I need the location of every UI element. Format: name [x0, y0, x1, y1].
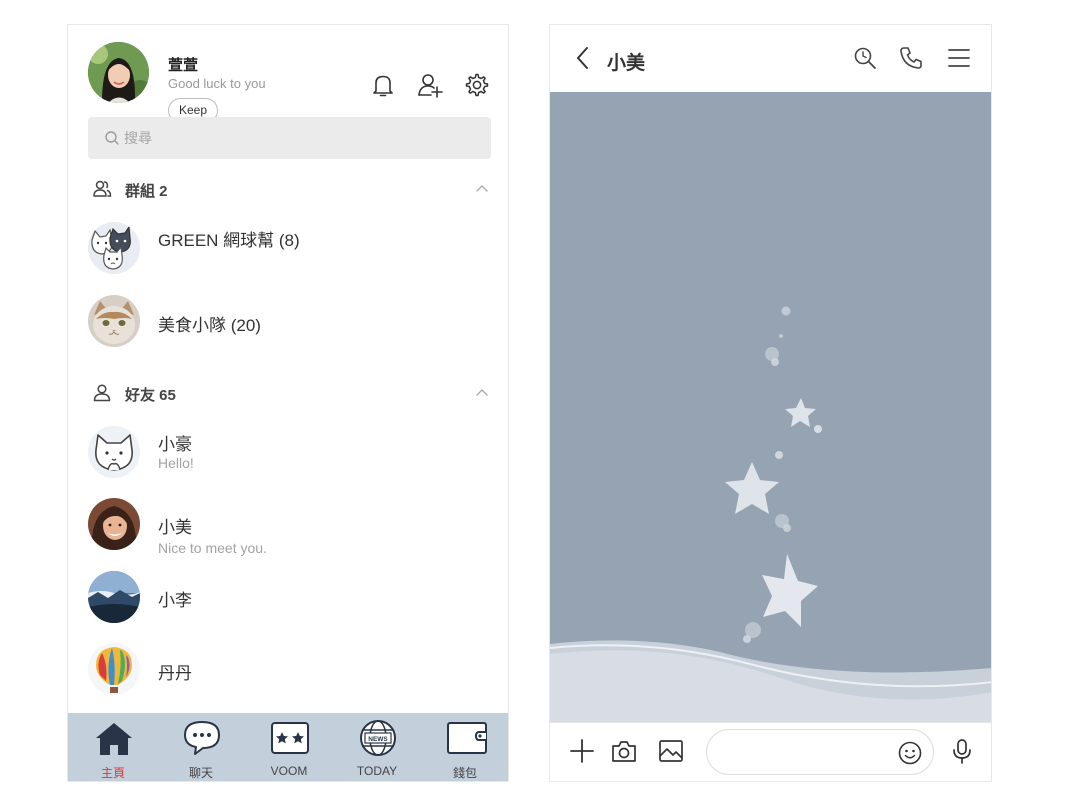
friend-avatar [88, 643, 140, 695]
friend-name: 丹丹 [158, 664, 192, 683]
tab-label: VOOM [270, 764, 308, 778]
friend-item-xiaohao[interactable]: 小豪 Hello! [88, 426, 488, 482]
message-input[interactable] [723, 730, 893, 774]
friend-status-message: Hello! [158, 455, 194, 471]
group-people-icon [93, 180, 112, 197]
news-globe-icon: NEWS [360, 720, 396, 756]
friend-status-message: Nice to meet you. [158, 540, 267, 556]
friend-item-xiaomei[interactable]: 小美 Nice to meet you. [88, 498, 488, 556]
friend-avatar [88, 571, 140, 623]
tab-label: 聊天 [188, 766, 213, 780]
friend-item-dandan[interactable]: 丹丹 [88, 643, 488, 699]
bell-icon[interactable] [370, 72, 396, 98]
profile-header: 萱萱 Good luck to you Keep [88, 42, 489, 123]
chat-panel: 小美 [549, 24, 992, 782]
group-avatar [88, 222, 140, 274]
wallet-icon [447, 722, 487, 754]
phone-icon[interactable] [898, 45, 924, 71]
tab-label: TODAY [356, 764, 398, 778]
person-icon [93, 384, 111, 402]
group-item-food-team[interactable]: 美食小隊 (20) [88, 295, 488, 351]
group-name: GREEN 網球幫 (8) [158, 231, 300, 250]
cat-faces-avatar-icon [88, 222, 140, 274]
friend-name: 小豪 [158, 435, 192, 454]
friend-name: 小李 [158, 591, 192, 610]
avatar-photo-icon [88, 42, 149, 103]
voom-icon [271, 722, 309, 754]
cat-sketch-avatar-icon [88, 426, 140, 478]
tab-wallet[interactable]: 錢包 [421, 713, 508, 781]
emoji-icon[interactable] [897, 740, 923, 766]
message-composer [550, 722, 991, 781]
chevron-up-icon[interactable] [474, 181, 490, 197]
stars-wallpaper [550, 306, 991, 722]
search-icon [105, 131, 119, 145]
home-panel: 萱萱 Good luck to you Keep 搜尋 群組 2 GREEN 網… [67, 24, 509, 782]
chat-message-area[interactable] [550, 92, 991, 722]
group-name: 美食小隊 (20) [158, 316, 261, 335]
cat-photo-avatar-icon [88, 295, 140, 347]
friend-avatar [88, 498, 140, 550]
landscape-photo-avatar-icon [88, 571, 140, 623]
chat-bubble-icon [184, 721, 220, 755]
hot-air-balloon-avatar-icon [88, 643, 140, 695]
image-icon[interactable] [657, 737, 685, 765]
microphone-icon[interactable] [948, 737, 976, 765]
tab-home[interactable]: 主頁 [69, 713, 157, 781]
message-input-box[interactable] [706, 729, 934, 775]
add-friend-icon[interactable] [417, 72, 443, 98]
camera-icon[interactable] [610, 737, 638, 765]
groups-section-header[interactable]: 群組 2 [92, 177, 490, 201]
friend-item-xiaoli[interactable]: 小李 [88, 571, 488, 627]
tab-voom[interactable]: VOOM [245, 713, 333, 781]
menu-icon[interactable] [946, 45, 972, 71]
profile-avatar[interactable] [88, 42, 149, 103]
group-item-green-tennis[interactable]: GREEN 網球幫 (8) [88, 222, 488, 278]
svg-text:NEWS: NEWS [368, 736, 388, 743]
tab-today[interactable]: NEWS TODAY [333, 713, 421, 781]
friends-section-label: 好友 65 [125, 387, 176, 404]
search-bar[interactable] [88, 117, 491, 159]
friends-section-header[interactable]: 好友 65 [92, 381, 490, 405]
groups-section-label: 群組 2 [125, 183, 168, 200]
woman-photo-avatar-icon [88, 498, 140, 550]
chat-title: 小美 [607, 53, 646, 74]
friend-avatar [88, 426, 140, 478]
chat-header: 小美 [550, 25, 991, 92]
tab-label: 錢包 [452, 766, 477, 780]
chevron-up-icon[interactable] [474, 385, 490, 401]
search-input[interactable] [124, 117, 464, 159]
profile-status-message: Good luck to you [168, 76, 266, 91]
friend-name: 小美 [158, 518, 192, 537]
search-icon[interactable] [852, 45, 878, 71]
settings-gear-icon[interactable] [463, 72, 489, 98]
plus-icon[interactable] [568, 737, 596, 765]
tab-label: 主頁 [100, 766, 125, 780]
bottom-tab-bar: 主頁 聊天 VOOM NEWS TODAY 錢包 [68, 713, 508, 781]
home-icon [96, 723, 132, 755]
back-arrow-icon[interactable] [572, 45, 596, 71]
group-avatar [88, 295, 140, 347]
profile-name: 萱萱 [168, 57, 199, 74]
tab-chats[interactable]: 聊天 [157, 713, 245, 781]
